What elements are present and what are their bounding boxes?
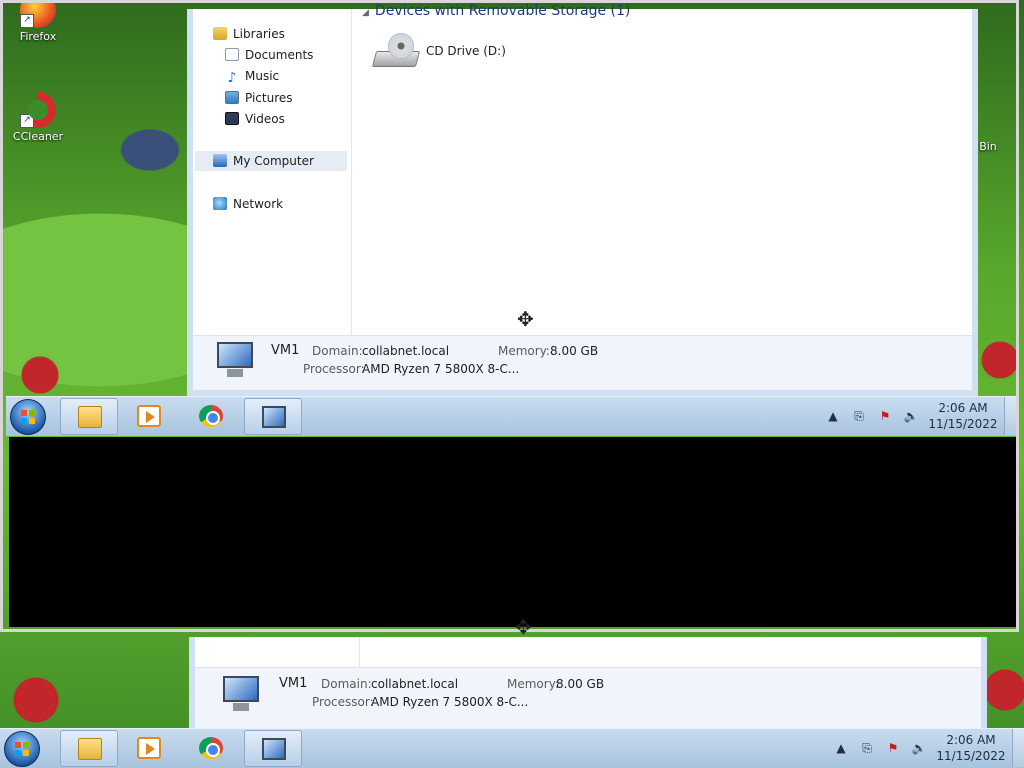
computer-icon <box>213 154 227 167</box>
domain-value: collabnet.local <box>371 677 459 691</box>
cd-drive-icon <box>371 31 421 71</box>
explorer-window-host: VM1 Domain: collabnet.local Memory: 8.00… <box>189 637 987 730</box>
memory-value: 8.00 GB <box>556 677 605 691</box>
computer-icon <box>219 676 263 714</box>
domain-value: collabnet.local <box>362 344 450 358</box>
start-button[interactable] <box>10 399 46 435</box>
taskbar-media-player-button[interactable] <box>120 398 178 435</box>
computer-name: VM1 <box>271 343 300 358</box>
folder-icon <box>78 406 102 428</box>
network-icon[interactable]: ⎘ <box>851 408 867 424</box>
domain-label: Domain: <box>321 677 372 691</box>
taskbar-computer-button[interactable] <box>244 730 302 767</box>
nav-label: Documents <box>245 48 314 62</box>
media-player-icon <box>137 405 161 427</box>
chrome-icon <box>199 405 223 427</box>
network-icon[interactable]: ⎘ <box>859 740 875 756</box>
group-header-label: Devices with Removable Storage (1) <box>374 3 631 19</box>
nav-my-computer[interactable]: My Computer <box>195 151 347 171</box>
cd-drive-label: CD Drive (D:) <box>426 44 506 58</box>
domain-label: Domain: <box>312 344 363 358</box>
pictures-icon <box>225 91 239 104</box>
nav-libraries[interactable]: Libraries <box>213 24 285 44</box>
processor-value: AMD Ryzen 7 5800X 8-C... <box>362 362 520 376</box>
details-pane: VM1 Domain: collabnet.local Memory: 8.00… <box>193 335 972 390</box>
nav-label: Music <box>245 69 280 83</box>
nav-label: Videos <box>245 112 285 126</box>
navigation-pane: Libraries Documents ♪ Music Pictures Vide… <box>193 9 352 390</box>
processor-label: Processor: <box>303 362 365 376</box>
show-hidden-icons-button[interactable]: ▲ <box>833 740 849 756</box>
cd-drive-item[interactable]: CD Drive (D:) <box>371 31 506 71</box>
computer-name: VM1 <box>279 676 308 691</box>
content-pane: ◢ Devices with Removable Storage (1) CD D… <box>352 3 972 335</box>
action-center-icon[interactable]: ⚑ <box>885 740 901 756</box>
group-header-removable-storage[interactable]: ◢ Devices with Removable Storage (1) <box>362 3 630 19</box>
computer-icon <box>262 738 286 760</box>
move-cursor-icon: ✥ <box>517 307 534 331</box>
libraries-icon <box>213 27 227 40</box>
show-hidden-icons-button[interactable]: ▲ <box>825 408 841 424</box>
memory-label: Memory: <box>507 677 559 691</box>
clock[interactable]: 2:06 AM 11/15/2022 <box>928 400 998 432</box>
clock[interactable]: 2:06 AM 11/15/2022 <box>936 732 1006 764</box>
windows-logo-icon <box>15 742 29 756</box>
folder-icon <box>78 738 102 760</box>
show-desktop-button[interactable] <box>1004 397 1016 435</box>
processor-value: AMD Ryzen 7 5800X 8-C... <box>371 695 529 709</box>
volume-icon[interactable]: 🔈 <box>903 408 919 424</box>
taskbar-chrome-button[interactable] <box>182 730 240 767</box>
taskbar-guest: ▲ ⎘ ⚑ 🔈 2:06 AM 11/15/2022 <box>6 396 1016 436</box>
navigation-pane <box>195 637 360 667</box>
clock-date: 11/15/2022 <box>928 417 998 431</box>
nav-label: Pictures <box>245 91 293 105</box>
taskbar-computer-button[interactable] <box>244 398 302 435</box>
details-pane: VM1 Domain: collabnet.local Memory: 8.00… <box>195 667 981 730</box>
memory-value: 8.00 GB <box>550 344 599 358</box>
taskbar-explorer-button[interactable] <box>60 730 118 767</box>
taskbar-explorer-button[interactable] <box>60 398 118 435</box>
nav-documents[interactable]: Documents <box>225 45 313 65</box>
music-icon: ♪ <box>227 70 237 86</box>
action-center-icon[interactable]: ⚑ <box>877 408 893 424</box>
documents-icon <box>225 48 239 61</box>
system-tray: ▲ ⎘ ⚑ 🔈 2:06 AM 11/15/2022 <box>828 729 1024 767</box>
clock-time: 2:06 AM <box>938 401 988 415</box>
windows-logo-icon <box>21 410 35 424</box>
move-cursor-icon: ✥ <box>515 615 532 639</box>
memory-label: Memory: <box>498 344 550 358</box>
clock-time: 2:06 AM <box>946 733 996 747</box>
taskbar-media-player-button[interactable] <box>120 730 178 767</box>
clock-date: 11/15/2022 <box>936 749 1006 763</box>
expand-triangle-icon: ◢ <box>362 8 369 18</box>
taskbar-host: ▲ ⎘ ⚑ 🔈 2:06 AM 11/15/2022 <box>0 728 1024 768</box>
processor-label: Processor: <box>312 695 374 709</box>
nav-label: Libraries <box>233 27 285 41</box>
computer-icon <box>262 406 286 428</box>
nav-network[interactable]: Network <box>213 194 283 214</box>
nav-pictures[interactable]: Pictures <box>225 88 293 108</box>
nav-label: Network <box>233 197 284 211</box>
volume-icon[interactable]: 🔈 <box>911 740 927 756</box>
computer-icon <box>213 342 257 380</box>
nav-label: My Computer <box>233 154 314 168</box>
nav-music[interactable]: ♪ Music <box>225 66 280 86</box>
taskbar-chrome-button[interactable] <box>182 398 240 435</box>
chrome-icon <box>199 737 223 759</box>
system-tray: ▲ ⎘ ⚑ 🔈 2:06 AM 11/15/2022 <box>820 397 1016 435</box>
videos-icon <box>225 112 239 125</box>
nav-videos[interactable]: Videos <box>225 109 285 129</box>
show-desktop-button[interactable] <box>1012 729 1024 767</box>
network-icon <box>213 197 227 210</box>
vm-blank-area <box>9 437 1016 627</box>
start-button[interactable] <box>4 731 40 767</box>
explorer-window: Libraries Documents ♪ Music Pictures Vide… <box>187 3 978 396</box>
media-player-icon <box>137 737 161 759</box>
